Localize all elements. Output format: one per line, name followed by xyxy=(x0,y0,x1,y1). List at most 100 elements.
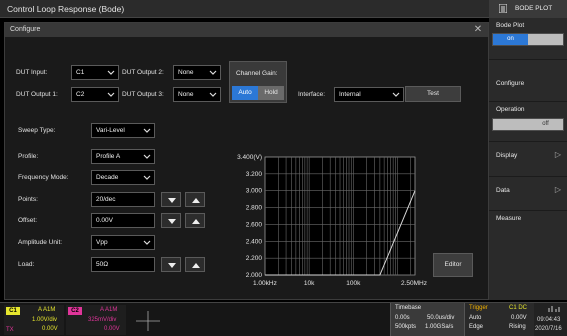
channel-1-offset: 0.00V xyxy=(42,326,58,332)
bode-plot-toggle[interactable]: on xyxy=(492,33,564,46)
channel-2-indicator[interactable]: C2 A A1M 325mV/div 0.00V xyxy=(66,305,126,335)
load-input[interactable]: 50Ω xyxy=(91,257,155,272)
list-icon xyxy=(499,4,507,13)
points-increment-button[interactable] xyxy=(185,192,205,207)
chart-x-tick-label: 1.00kHz xyxy=(253,280,277,287)
offset-label: Offset: xyxy=(18,217,38,224)
triangle-up-icon xyxy=(192,219,200,224)
load-value: 50Ω xyxy=(96,261,109,268)
data-menu-item[interactable]: Data ▷ xyxy=(489,177,567,211)
chevron-right-icon: ▷ xyxy=(554,185,561,194)
operation-toggle[interactable]: off xyxy=(492,118,564,131)
dut-output2-dropdown[interactable]: None xyxy=(173,65,221,80)
load-increment-button[interactable] xyxy=(185,257,205,272)
dut-output3-label: DUT Output 3: xyxy=(122,91,164,98)
trigger-mode: Auto xyxy=(469,315,482,321)
bode-plot-menu-button[interactable]: BODE PLOT xyxy=(489,0,567,18)
gain-hold-button[interactable]: Hold xyxy=(258,86,284,100)
chevron-down-icon xyxy=(143,154,151,159)
timebase-points: 500kpts xyxy=(395,324,417,330)
measure-menu-item[interactable]: Measure xyxy=(489,211,567,241)
gain-auto-button[interactable]: Auto xyxy=(232,86,258,100)
points-input[interactable]: 20/dec xyxy=(91,192,155,207)
clock-date: 2020/7/16 xyxy=(535,326,562,332)
dut-output3-dropdown[interactable]: None xyxy=(173,87,221,102)
load-label: Load: xyxy=(18,261,35,268)
chart-y-tick-label: 2.400 xyxy=(246,238,263,245)
sweep-profile-chart: 3.400(V) 3.200 3.000 2.800 2.600 2.400 2.200 2.… xyxy=(237,154,427,287)
channel-1-tag: C1 xyxy=(6,307,20,315)
chart-y-top-label: 3.400(V) xyxy=(237,154,262,161)
offset-input[interactable]: 0.00V xyxy=(91,213,155,228)
chevron-down-icon xyxy=(143,240,151,245)
operation-label: Operation xyxy=(496,106,525,113)
interface-dropdown[interactable]: Internal xyxy=(334,87,404,102)
chevron-down-icon xyxy=(107,92,115,97)
dut-output1-dropdown[interactable]: C2 xyxy=(71,87,119,102)
clock-panel: 09:04:43 2020/7/16 xyxy=(534,303,567,336)
panel-title: Configure xyxy=(10,26,41,33)
dut-output1-label: DUT Output 1: xyxy=(16,91,58,98)
frequency-mode-dropdown[interactable]: Decade xyxy=(91,170,155,185)
chevron-down-icon xyxy=(392,92,400,97)
test-button[interactable]: Test xyxy=(405,86,461,102)
add-channel-button[interactable] xyxy=(128,307,168,335)
points-value: 20/dec xyxy=(96,196,116,203)
chart-x-tick-label: 100k xyxy=(346,280,361,287)
chart-y-tick-label: 2.000 xyxy=(246,272,263,279)
channel-2-scale: 325mV/div xyxy=(88,317,117,323)
points-label: Points: xyxy=(18,196,38,203)
points-decrement-button[interactable] xyxy=(161,192,181,207)
bode-plot-section: Bode Plot on xyxy=(489,18,567,60)
dut-input-label: DUT Input: xyxy=(16,69,48,76)
sweep-type-dropdown[interactable]: Vari-Level xyxy=(91,123,155,138)
offset-value: 0.00V xyxy=(96,217,113,224)
interface-value: Internal xyxy=(339,91,361,98)
trigger-level: 0.00V xyxy=(511,315,527,321)
display-menu-item[interactable]: Display ▷ xyxy=(489,142,567,177)
chart-x-tick-label: 2.50MHz xyxy=(401,280,427,287)
channel-1-coupling: A A1M xyxy=(38,307,56,313)
chart-grid xyxy=(264,156,416,276)
measure-menu-label: Measure xyxy=(496,215,522,222)
profile-dropdown[interactable]: Profile A xyxy=(91,149,155,164)
amplitude-unit-dropdown[interactable]: Vpp xyxy=(91,235,155,250)
timebase-scale: 50.0us/div xyxy=(427,315,455,321)
offset-decrement-button[interactable] xyxy=(161,213,181,228)
dut-output2-value: None xyxy=(178,69,194,76)
timebase-delay: 0.00s xyxy=(395,315,410,321)
configure-menu-item[interactable]: Configure xyxy=(489,60,567,102)
clock-time: 09:04:43 xyxy=(537,317,561,323)
dut-input-dropdown[interactable]: C1 xyxy=(71,65,119,80)
trigger-slope: Rising xyxy=(509,324,526,330)
side-menu: Bode Plot on Configure Operation off Dis… xyxy=(489,18,567,300)
triangle-up-icon xyxy=(192,198,200,203)
chart-y-tick-label: 3.200 xyxy=(246,171,263,178)
dut-output2-label: DUT Output 2: xyxy=(122,69,164,76)
trigger-panel[interactable]: Trigger C1 DC Auto 0.00V Edge Rising xyxy=(464,303,534,336)
trigger-type: Edge xyxy=(469,324,484,330)
chart-x-tick-label: 10k xyxy=(304,280,315,287)
load-decrement-button[interactable] xyxy=(161,257,181,272)
display-menu-label: Display xyxy=(496,152,518,159)
title-bar: Control Loop Response (Bode) BODE PLOT xyxy=(0,0,567,18)
chevron-right-icon: ▷ xyxy=(554,150,561,159)
data-menu-label: Data xyxy=(496,187,510,194)
profile-value: Profile A xyxy=(96,153,121,160)
chevron-down-icon xyxy=(143,175,151,180)
timebase-label: Timebase xyxy=(395,305,422,311)
offset-increment-button[interactable] xyxy=(185,213,205,228)
close-icon[interactable]: ✕ xyxy=(471,24,485,36)
bode-plot-label: Bode Plot xyxy=(496,22,525,29)
frequency-mode-value: Decade xyxy=(96,174,119,181)
editor-button[interactable]: Editor xyxy=(433,253,473,277)
triangle-up-icon xyxy=(192,263,200,268)
timebase-panel[interactable]: Timebase 0.00s 50.0us/div 500kpts 1.00GS… xyxy=(390,303,464,336)
chevron-down-icon xyxy=(209,70,217,75)
triangle-down-icon xyxy=(168,198,176,203)
channel-2-coupling: A A1M xyxy=(100,307,118,313)
chart-y-tick-label: 2.800 xyxy=(246,205,263,212)
timebase-sample-rate: 1.00GSa/s xyxy=(425,324,454,330)
panel-header: Configure ✕ xyxy=(5,23,488,37)
tx-indicator: TX xyxy=(6,327,14,333)
